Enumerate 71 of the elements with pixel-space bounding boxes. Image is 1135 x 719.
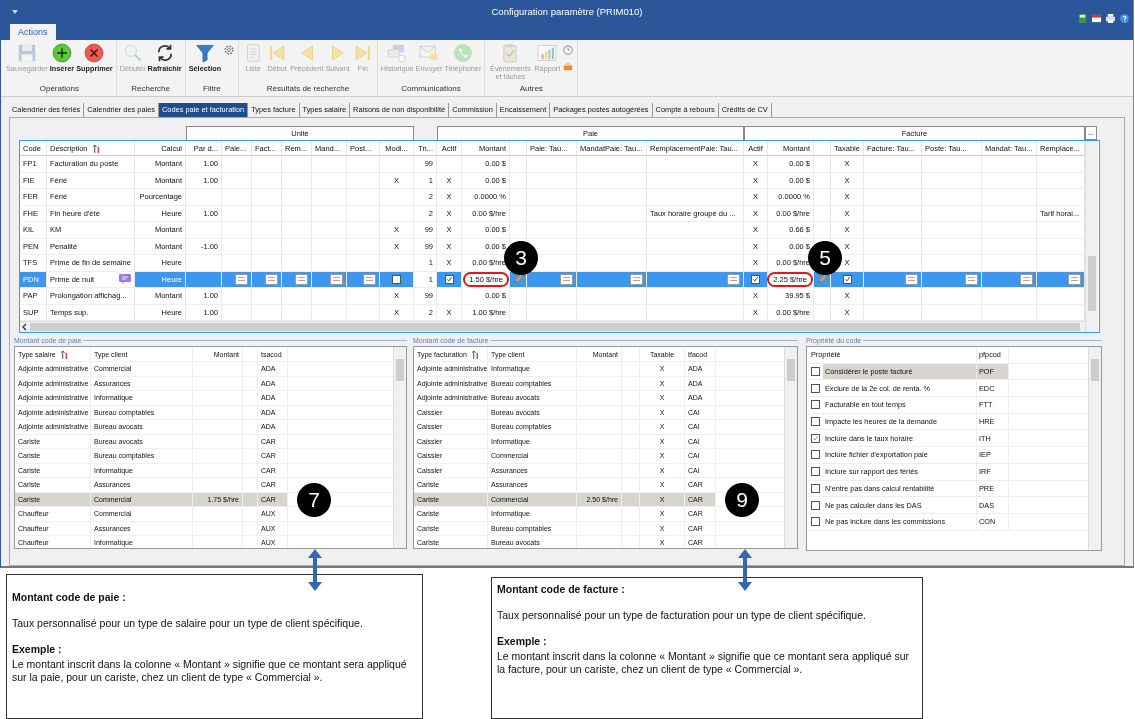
group-label: Recherche [131, 84, 170, 93]
cell-button[interactable] [363, 273, 376, 285]
plus-icon [50, 42, 73, 64]
cell-button[interactable] [1020, 273, 1033, 285]
phone-icon [451, 42, 474, 64]
comment-icon[interactable] [119, 274, 131, 285]
window-title: Configuration paramètre (PRIM010) [491, 6, 643, 17]
cell-button[interactable] [235, 273, 248, 285]
checkbox[interactable] [811, 433, 820, 443]
cell-button[interactable] [630, 273, 643, 285]
checkbox[interactable] [811, 500, 820, 510]
cell-button[interactable] [965, 273, 978, 285]
callout-badge: 9 [725, 482, 759, 517]
checkbox[interactable] [811, 483, 820, 493]
chat-icon [386, 42, 409, 64]
cell-button[interactable] [905, 273, 918, 285]
flag-icon[interactable] [1092, 14, 1101, 23]
cell-button[interactable] [265, 273, 278, 285]
sort-icon [471, 349, 479, 359]
gear-icon[interactable] [224, 45, 235, 55]
group-label: Opérations [39, 84, 79, 93]
sort-icon [60, 349, 68, 359]
cell-button[interactable] [1068, 273, 1081, 285]
checkbox[interactable] [444, 274, 454, 284]
pin-icon[interactable] [11, 7, 19, 16]
checkbox[interactable] [811, 367, 820, 377]
x-circle-icon [83, 42, 106, 64]
group-label: Filtre [203, 84, 221, 93]
note-title: Exemple : [497, 635, 548, 648]
checkbox[interactable] [751, 274, 760, 284]
note-text: Le montant inscrit dans la colonne « Montant » signifie que ce montant sera appliqué sur la facture, pour un cariste, chez un client de type « Commercial ». [497, 650, 911, 676]
callout-badge: 7 [297, 482, 331, 517]
ribbon-tab[interactable]: Actions [10, 24, 56, 40]
note-text: Taux personnalisé pour un type de salaire pour un type de client spécifique. [12, 617, 364, 630]
checkbox[interactable] [811, 450, 820, 460]
checkbox[interactable] [811, 400, 820, 410]
vertical-scrollbar[interactable] [1088, 347, 1101, 550]
pencil-icon[interactable] [817, 273, 827, 285]
checkbox[interactable] [811, 517, 820, 527]
vertical-scrollbar[interactable] [784, 347, 797, 548]
vertical-scrollbar[interactable] [1085, 141, 1098, 332]
cell-button[interactable] [330, 273, 343, 285]
checkbox[interactable] [842, 274, 852, 284]
clock-icon[interactable] [563, 45, 574, 55]
help-icon[interactable] [1120, 14, 1129, 23]
checkbox[interactable] [811, 467, 820, 477]
checkbox[interactable] [392, 274, 401, 284]
note-text: Le montant inscrit dans la colonne « Montant » signifie que ce montant sera appliqué sur la paie, pour un cariste, chez un client de type « Commercial ». [12, 658, 408, 684]
sort-icon [92, 143, 100, 153]
funnel-icon [193, 42, 216, 64]
note-text: Taux personnalisé pour un type de facturation pour un type de client spécifique. [497, 609, 867, 622]
calculator-icon[interactable] [1078, 14, 1087, 23]
cell-button[interactable] [295, 273, 308, 285]
group-label: Communications [401, 84, 461, 93]
cell-button[interactable] [727, 273, 740, 285]
pencil-icon[interactable] [513, 273, 523, 285]
tray-icon[interactable] [563, 61, 574, 71]
printer-icon[interactable] [1106, 14, 1115, 23]
note-title: Montant code de facture : [497, 583, 626, 596]
cell-button[interactable] [560, 273, 573, 285]
group-label: Résultats de recherche [266, 84, 350, 93]
double-arrow-icon [307, 549, 323, 591]
note-title: Exemple : [12, 643, 63, 656]
checkbox[interactable] [811, 417, 820, 427]
double-arrow-icon [737, 549, 753, 591]
bar-chart-icon [536, 42, 559, 64]
group-label: Autres [519, 84, 543, 93]
note-title: Montant code de paie : [12, 591, 127, 604]
vertical-scrollbar[interactable] [393, 347, 406, 548]
checkbox[interactable] [811, 383, 820, 393]
horizontal-scrollbar[interactable] [20, 321, 1085, 332]
